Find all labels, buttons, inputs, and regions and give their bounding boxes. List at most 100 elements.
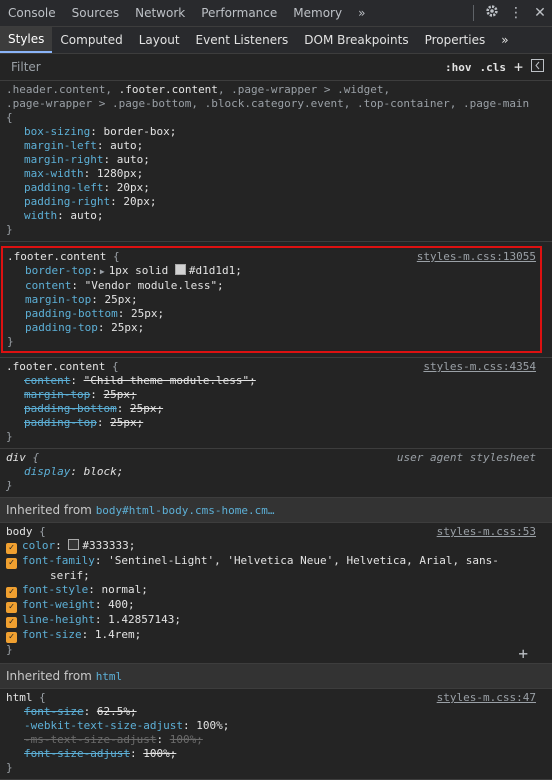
property-name: margin-top	[24, 388, 91, 401]
property-name: font-size-adjust	[24, 747, 130, 760]
css-property[interactable]: ✓ color: #333333;	[6, 539, 546, 554]
css-property-overridden[interactable]: font-size: 62.5%;	[6, 705, 546, 719]
tab-sources[interactable]: Sources	[64, 0, 127, 26]
tab-dom-breakpoints[interactable]: DOM Breakpoints	[296, 27, 416, 53]
close-brace: }	[6, 761, 13, 774]
css-property[interactable]: padding-top: 25px;	[7, 321, 536, 335]
source-link[interactable]: styles-m.css:47	[437, 691, 536, 705]
property-value: 'Sentinel-Light', 'Helvetica Neue', Helv…	[108, 554, 499, 567]
rule-selector-line2: .page-wrapper > .page-bottom, .block.cat…	[6, 97, 530, 110]
css-property[interactable]: padding-bottom: 25px;	[7, 307, 536, 321]
property-value: 20px;	[123, 195, 157, 208]
hover-state-button[interactable]: :hov	[445, 61, 472, 74]
inherited-header-body: Inherited from body#html-body.cms-home.c…	[0, 498, 552, 523]
css-property[interactable]: box-sizing: border-box;	[6, 125, 546, 139]
inherited-node-link[interactable]: body#html-body.cms-home.cm…	[96, 504, 275, 517]
property-value: auto;	[116, 153, 150, 166]
tab-properties[interactable]: Properties	[417, 27, 494, 53]
css-property[interactable]: ✓ font-weight: 400;	[6, 598, 546, 613]
property-value: #d1d1d1;	[188, 264, 242, 277]
checkbox-icon[interactable]: ✓	[6, 558, 17, 569]
css-property-overridden[interactable]: padding-bottom: 25px;	[6, 402, 546, 416]
css-property[interactable]: width: auto;	[6, 209, 546, 223]
css-property[interactable]: max-width: 1280px;	[6, 167, 546, 181]
css-property: display: block;	[24, 465, 124, 478]
gear-icon[interactable]	[480, 4, 504, 22]
css-property[interactable]: margin-left: auto;	[6, 139, 546, 153]
tab-styles[interactable]: Styles	[0, 27, 53, 53]
property-value: normal;	[101, 583, 148, 596]
css-property[interactable]: padding-left: 20px;	[6, 181, 546, 195]
property-value: 100%;	[169, 733, 203, 746]
property-value: 62.5%;	[96, 705, 137, 718]
style-rule-body: body { styles-m.css:53 ✓ color: #333333; …	[0, 523, 552, 664]
property-value: "Child theme module.less";	[83, 374, 256, 387]
style-rule-footer-content-highlighted: .footer.content { styles-m.css:13055 bor…	[0, 242, 552, 358]
filter-buttons: :hov .cls +	[445, 54, 544, 80]
tab-event-listeners[interactable]: Event Listeners	[188, 27, 297, 53]
css-property[interactable]: padding-right: 20px;	[6, 195, 546, 209]
property-name: content	[25, 279, 72, 292]
class-button[interactable]: .cls	[479, 61, 506, 74]
tab-layout[interactable]: Layout	[131, 27, 188, 53]
css-property[interactable]: ✓ line-height: 1.42857143;	[6, 613, 546, 628]
color-swatch-icon[interactable]	[68, 539, 80, 550]
tab-memory[interactable]: Memory	[285, 0, 350, 26]
property-value: auto;	[70, 209, 104, 222]
css-property[interactable]: ✓ font-style: normal;	[6, 583, 546, 598]
property-value: block;	[83, 465, 124, 478]
property-name: line-height	[22, 613, 95, 626]
close-icon[interactable]: ✕	[528, 5, 552, 21]
property-name: -ms-text-size-adjust	[24, 733, 157, 746]
css-property-invalid[interactable]: -ms-text-size-adjust: 100%;	[6, 733, 546, 747]
styles-subtab-bar: Styles Computed Layout Event Listeners D…	[0, 27, 552, 54]
source-link[interactable]: styles-m.css:13055	[417, 250, 536, 264]
tab-console[interactable]: Console	[0, 0, 64, 26]
tab-network[interactable]: Network	[127, 0, 193, 26]
new-rule-button[interactable]: +	[514, 58, 523, 76]
selector-text: .footer.content	[6, 360, 106, 373]
toggle-sidebar-icon[interactable]	[531, 59, 544, 75]
checkbox-icon[interactable]: ✓	[6, 617, 17, 628]
style-rule-html: html { styles-m.css:47 font-size: 62.5%;…	[0, 689, 552, 780]
filter-input[interactable]	[9, 59, 313, 75]
selector-text: html	[6, 691, 33, 704]
source-link[interactable]: styles-m.css:53	[437, 525, 536, 539]
property-value: 25px;	[103, 388, 137, 401]
more-tabs-icon[interactable]: »	[350, 0, 373, 26]
css-property-overridden[interactable]: margin-top: 25px;	[6, 388, 546, 402]
css-property[interactable]: content: "Vendor module.less";	[7, 279, 536, 293]
close-brace: }	[6, 223, 13, 236]
css-property[interactable]: border-top: ▶ 1px solid #d1d1d1;	[7, 264, 536, 279]
css-property[interactable]: -webkit-text-size-adjust: 100%;	[6, 719, 546, 733]
inherited-label: Inherited from	[6, 503, 92, 517]
source-link[interactable]: styles-m.css:4354	[423, 360, 536, 374]
rule-selector[interactable]: .header.content, .footer.content, .page-…	[6, 83, 546, 97]
checkbox-icon[interactable]: ✓	[6, 632, 17, 643]
css-property[interactable]: ✓ font-family: 'Sentinel-Light', 'Helveti…	[6, 554, 546, 569]
css-property[interactable]: margin-right: auto;	[6, 153, 546, 167]
tab-performance[interactable]: Performance	[193, 0, 285, 26]
property-value: auto;	[110, 139, 144, 152]
property-name: padding-top	[25, 321, 98, 334]
tab-computed[interactable]: Computed	[52, 27, 130, 53]
more-subtabs-icon[interactable]: »	[493, 27, 516, 53]
close-brace: }	[6, 430, 13, 443]
checkbox-icon[interactable]: ✓	[6, 587, 17, 598]
checkbox-icon[interactable]: ✓	[6, 602, 17, 613]
property-value: 1.4rem;	[94, 628, 142, 641]
checkbox-icon[interactable]: ✓	[6, 543, 17, 554]
property-name: color	[22, 539, 56, 552]
kebab-menu-icon[interactable]: ⋮	[504, 5, 528, 21]
inherited-node-link[interactable]: html	[96, 670, 123, 683]
css-property[interactable]: margin-top: 25px;	[7, 293, 536, 307]
css-property-overridden[interactable]: content: "Child theme module.less";	[6, 374, 546, 388]
css-property[interactable]: ✓ font-size: 1.4rem;	[6, 628, 546, 643]
expand-triangle-icon[interactable]: ▶	[100, 267, 105, 276]
add-property-button[interactable]: +	[518, 646, 528, 662]
property-name: -webkit-text-size-adjust	[24, 719, 183, 732]
css-property-unsupported[interactable]: ▲font-size-adjust: 100%;	[6, 747, 546, 761]
color-swatch-icon[interactable]	[174, 264, 186, 275]
selector-part: .header.content,	[6, 83, 119, 96]
css-property-overridden[interactable]: padding-top: 25px;	[6, 416, 546, 430]
